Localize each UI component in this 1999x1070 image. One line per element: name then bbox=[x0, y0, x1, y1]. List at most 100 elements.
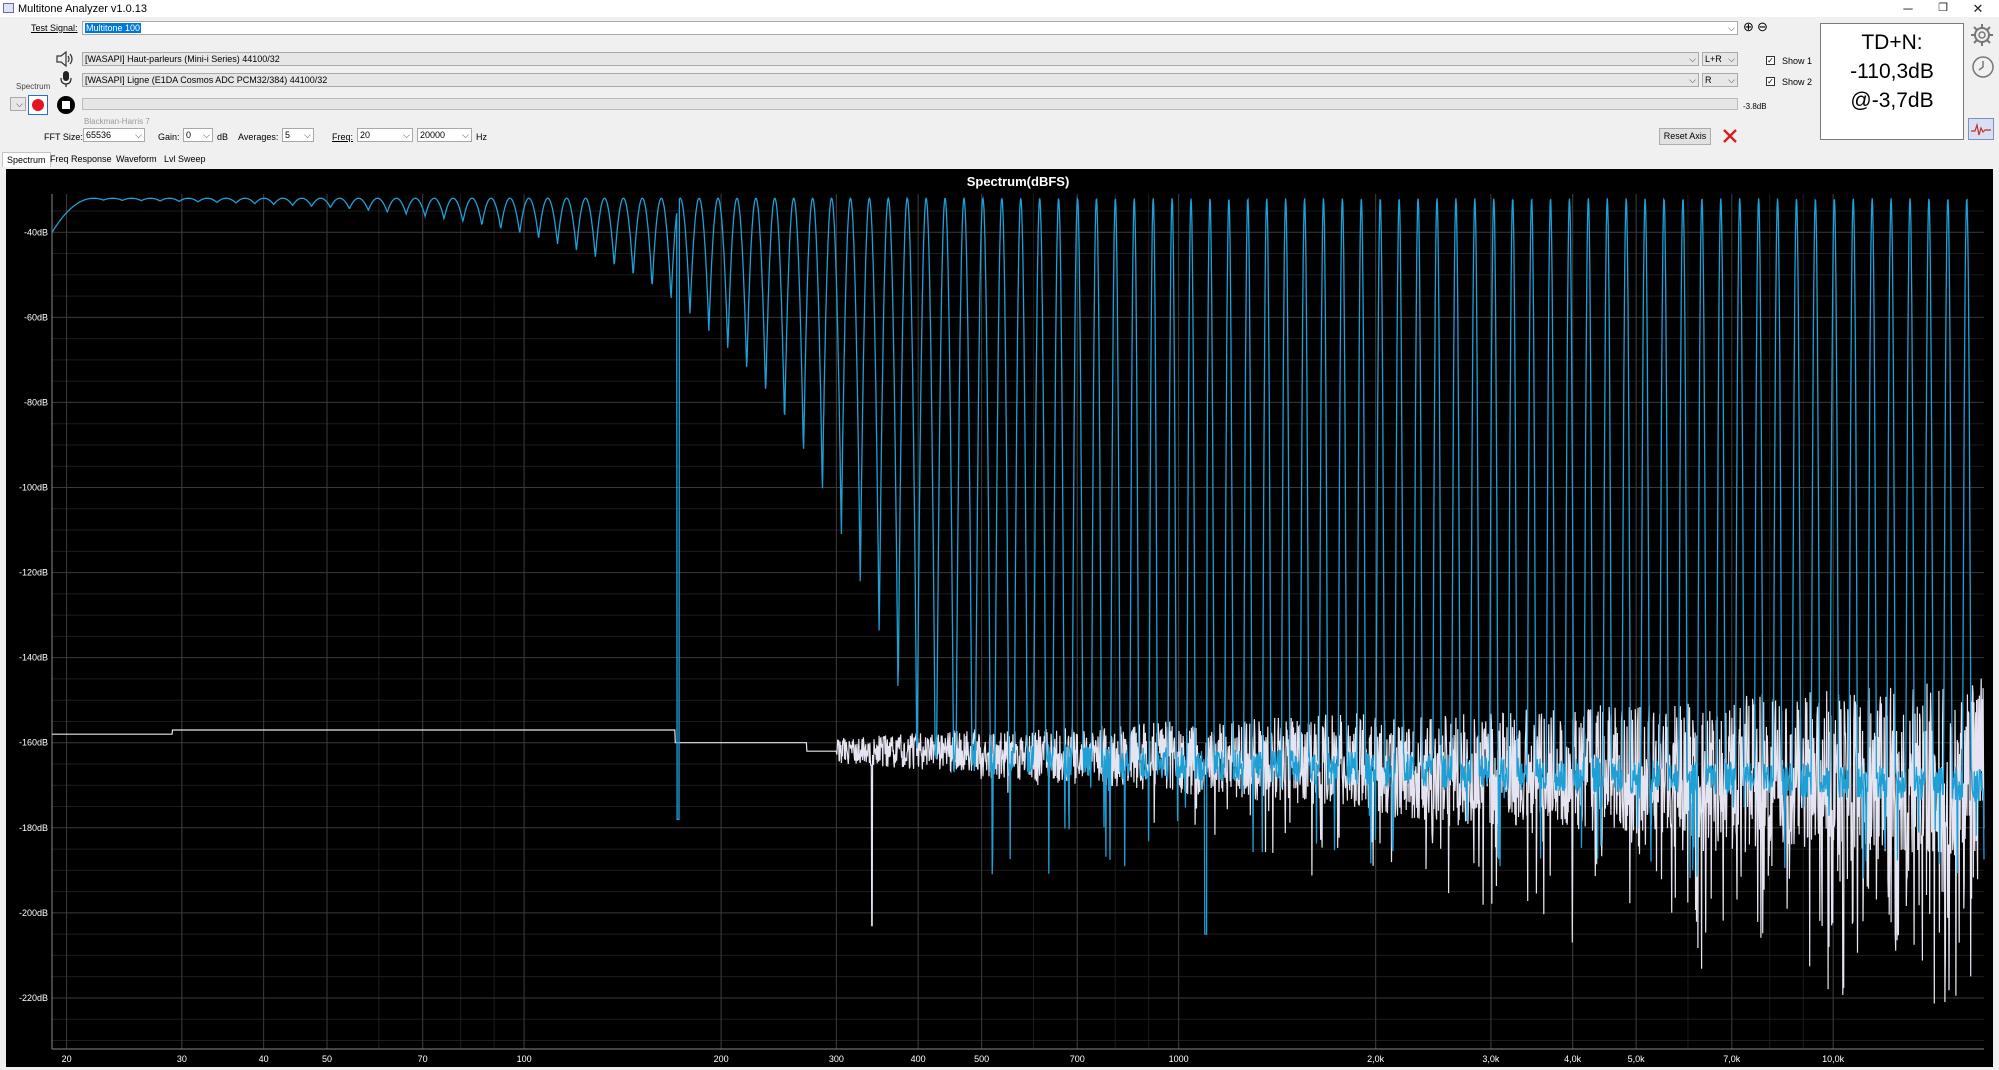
gain-unit: dB bbox=[217, 132, 229, 142]
y-tick-label: -160dB bbox=[19, 738, 48, 748]
freq-to-value: 20000 bbox=[420, 130, 446, 140]
averages-value: 5 bbox=[285, 130, 291, 140]
window-title: Multitone Analyzer v1.0.13 bbox=[18, 3, 148, 15]
x-tick-label: 70 bbox=[418, 1054, 428, 1064]
chevron-down-icon: ⌵ bbox=[403, 130, 410, 140]
x-tick-label: 20 bbox=[62, 1054, 72, 1064]
tab-freq-response[interactable]: Freq Response bbox=[46, 152, 116, 166]
tdn-title: TD+N: bbox=[1861, 31, 1923, 54]
freq-to-select[interactable]: 20000 ⌵ bbox=[417, 128, 472, 142]
x-tick-label: 7,0k bbox=[1723, 1054, 1741, 1064]
tab-lvl-sweep[interactable]: Lvl Sweep bbox=[160, 152, 210, 166]
fft-size-select[interactable]: 65536 ⌵ bbox=[83, 128, 145, 142]
y-tick-label: -60dB bbox=[24, 312, 48, 322]
clear-icon[interactable] bbox=[1722, 128, 1738, 144]
x-tick-label: 2,0k bbox=[1367, 1054, 1385, 1064]
x-tick-label: 5,0k bbox=[1628, 1054, 1646, 1064]
stop-icon bbox=[62, 101, 70, 109]
chevron-down-icon: ⌵ bbox=[462, 130, 469, 140]
output-device-select[interactable]: [WASAPI] Haut-parleurs (Mini-i Series) 4… bbox=[82, 52, 1699, 66]
freq-unit: Hz bbox=[476, 132, 487, 142]
output-channel-value: L+R bbox=[1705, 54, 1722, 64]
record-icon bbox=[32, 99, 44, 111]
chevron-down-icon: ⌵ bbox=[1728, 54, 1735, 64]
stop-button[interactable] bbox=[57, 96, 75, 114]
scope-icon[interactable] bbox=[1968, 118, 1994, 140]
averages-select[interactable]: 5 ⌵ bbox=[282, 128, 314, 142]
test-signal-value: Multitone 100 bbox=[85, 23, 142, 33]
restore-button[interactable]: ❐ bbox=[1926, 0, 1960, 17]
chart-title: Spectrum(dBFS) bbox=[967, 174, 1070, 189]
chevron-down-icon: ⌵ bbox=[304, 130, 311, 140]
y-tick-label: -120dB bbox=[19, 568, 48, 578]
chevron-down-icon: ⌵ bbox=[1689, 75, 1696, 85]
app-icon bbox=[3, 3, 14, 13]
freq-label: Freq: bbox=[332, 132, 354, 142]
x-tick-label: 100 bbox=[517, 1054, 532, 1064]
x-tick-label: 700 bbox=[1070, 1054, 1085, 1064]
show2-checkbox[interactable]: ✓ bbox=[1766, 77, 1775, 86]
spectrum-plot[interactable]: Spectrum(dBFS) -40dB -60dB -80dB -100dB -120d… bbox=[6, 169, 1993, 1067]
y-tick-label: -180dB bbox=[19, 823, 48, 833]
close-button[interactable]: ✕ bbox=[1961, 0, 1995, 17]
tab-spectrum[interactable]: Spectrum bbox=[2, 152, 51, 167]
tab-waveform[interactable]: Waveform bbox=[112, 152, 161, 166]
chevron-down-icon: ⌵ bbox=[1689, 54, 1696, 64]
tdn-level: @-3,7dB bbox=[1850, 89, 1934, 112]
chevron-down-icon: ⌵ bbox=[1728, 23, 1735, 33]
mode-select[interactable]: ⌵ bbox=[10, 97, 26, 111]
gear-icon[interactable] bbox=[1969, 22, 1995, 48]
x-tick-label: 40 bbox=[259, 1054, 269, 1064]
speaker-icon[interactable] bbox=[55, 50, 75, 68]
x-tick-label: 50 bbox=[322, 1054, 332, 1064]
freq-from-value: 20 bbox=[360, 130, 371, 140]
output-channel-select[interactable]: L+R ⌵ bbox=[1702, 52, 1738, 66]
x-tick-label: 30 bbox=[177, 1054, 187, 1064]
test-signal-select[interactable]: Multitone 100 ⌵ bbox=[82, 21, 1738, 35]
clock-icon[interactable] bbox=[1971, 55, 1995, 79]
show1-checkbox[interactable]: ✓ bbox=[1766, 56, 1775, 65]
x-tick-label: 4,0k bbox=[1564, 1054, 1582, 1064]
y-tick-label: -200dB bbox=[19, 908, 48, 918]
add-signal-icon[interactable]: ⊕ bbox=[1743, 19, 1754, 35]
y-tick-label: -40dB bbox=[24, 227, 48, 237]
spectrum-chart[interactable]: Spectrum(dBFS) -40dB -60dB -80dB -100dB -120d… bbox=[6, 169, 1993, 1067]
y-tick-label: -80dB bbox=[24, 397, 48, 407]
mode-label: Spectrum bbox=[16, 82, 51, 91]
input-channel-select[interactable]: R ⌵ bbox=[1702, 73, 1738, 87]
tdn-display: TD+N: -110,3dB @-3,7dB bbox=[1820, 23, 1964, 140]
gain-select[interactable]: 0 ⌵ bbox=[183, 128, 213, 142]
input-device-value: [WASAPI] Ligne (E1DA Cosmos ADC PCM32/38… bbox=[85, 75, 328, 85]
microphone-icon[interactable] bbox=[59, 70, 73, 88]
freq-from-select[interactable]: 20 ⌵ bbox=[357, 128, 413, 142]
chevron-down-icon: ⌵ bbox=[16, 99, 23, 109]
output-device-value: [WASAPI] Haut-parleurs (Mini-i Series) 4… bbox=[85, 54, 280, 64]
series-1-line bbox=[51, 195, 1985, 935]
reset-axis-button[interactable]: Reset Axis bbox=[1659, 128, 1711, 145]
test-signal-label: Test Signal: bbox=[31, 23, 78, 33]
title-bar: Multitone Analyzer v1.0.13 ─ ❐ ✕ bbox=[0, 0, 1999, 17]
minimize-button[interactable]: ─ bbox=[1891, 0, 1925, 17]
record-button[interactable] bbox=[28, 95, 48, 115]
gain-value: 0 bbox=[186, 130, 192, 140]
show1-label: Show 1 bbox=[1782, 56, 1813, 66]
y-tick-label: -220dB bbox=[19, 993, 48, 1003]
chevron-down-icon: ⌵ bbox=[203, 130, 210, 140]
y-tick-label: -100dB bbox=[19, 483, 48, 493]
show2-label: Show 2 bbox=[1782, 77, 1813, 87]
x-tick-label: 400 bbox=[911, 1054, 926, 1064]
window-function-label: Blackman-Harris 7 bbox=[84, 117, 150, 126]
level-meter bbox=[82, 98, 1738, 110]
remove-signal-icon[interactable]: ⊖ bbox=[1757, 19, 1768, 35]
fft-size-label: FFT Size: bbox=[44, 132, 83, 142]
level-value: -3.8dB bbox=[1743, 102, 1767, 111]
gain-label: Gain: bbox=[158, 132, 180, 142]
x-tick-label: 200 bbox=[714, 1054, 729, 1064]
tdn-value: -110,3dB bbox=[1850, 60, 1934, 83]
x-tick-label: 300 bbox=[829, 1054, 844, 1064]
averages-label: Averages: bbox=[238, 132, 279, 142]
x-tick-label: 1000 bbox=[1169, 1054, 1189, 1064]
x-tick-label: 500 bbox=[974, 1054, 989, 1064]
input-device-select[interactable]: [WASAPI] Ligne (E1DA Cosmos ADC PCM32/38… bbox=[82, 73, 1699, 87]
y-tick-label: -140dB bbox=[19, 653, 48, 663]
